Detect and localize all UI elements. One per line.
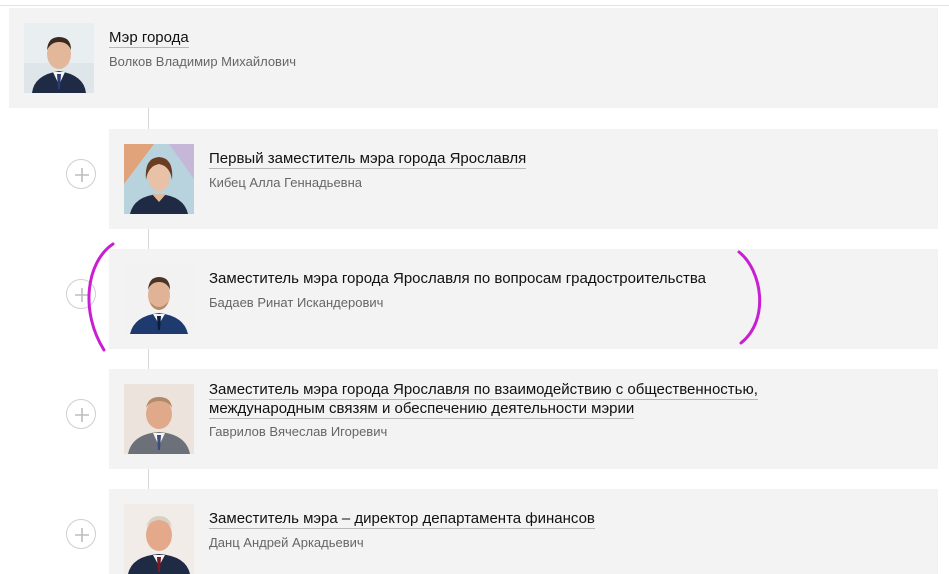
deputy-name: Гаврилов Вячеслав Игоревич xyxy=(209,424,388,439)
org-structure-page: Мэр города Волков Владимир Михайлович Пе… xyxy=(0,0,949,574)
plus-circle-icon xyxy=(75,408,89,422)
deputy-photo xyxy=(124,264,194,334)
deputy-photo xyxy=(124,144,194,214)
expand-button[interactable] xyxy=(66,519,96,549)
deputy-name: Кибец Алла Геннадьевна xyxy=(209,175,362,190)
deputy-card: Заместитель мэра – директор департамента… xyxy=(109,489,938,574)
expand-button[interactable] xyxy=(66,159,96,189)
top-divider xyxy=(0,5,949,6)
deputy-name: Данц Андрей Аркадьевич xyxy=(209,535,364,550)
mayor-title[interactable]: Мэр города xyxy=(109,28,189,48)
expand-button[interactable] xyxy=(66,279,96,309)
deputy-title: Заместитель мэра города Ярославля по воп… xyxy=(209,270,706,287)
deputy-photo xyxy=(124,384,194,454)
mayor-photo xyxy=(24,23,94,93)
plus-circle-icon xyxy=(75,168,89,182)
deputy-title[interactable]: Заместитель мэра города Ярославля по вза… xyxy=(209,380,909,419)
plus-circle-icon xyxy=(75,528,89,542)
deputy-title[interactable]: Первый заместитель мэра города Ярославля xyxy=(209,149,909,169)
deputy-title[interactable]: Заместитель мэра – директор департамента… xyxy=(209,509,909,529)
mayor-card: Мэр города Волков Владимир Михайлович xyxy=(9,8,938,108)
deputy-photo xyxy=(124,504,194,574)
expand-button[interactable] xyxy=(66,399,96,429)
deputy-card: Первый заместитель мэра города Ярославля… xyxy=(109,129,938,229)
deputy-card: Заместитель мэра города Ярославля по вза… xyxy=(109,369,938,469)
deputy-name: Бадаев Ринат Искандерович xyxy=(209,295,384,310)
deputy-card: Заместитель мэра города Ярославля по воп… xyxy=(109,249,938,349)
plus-circle-icon xyxy=(75,288,89,302)
mayor-name: Волков Владимир Михайлович xyxy=(109,54,296,69)
